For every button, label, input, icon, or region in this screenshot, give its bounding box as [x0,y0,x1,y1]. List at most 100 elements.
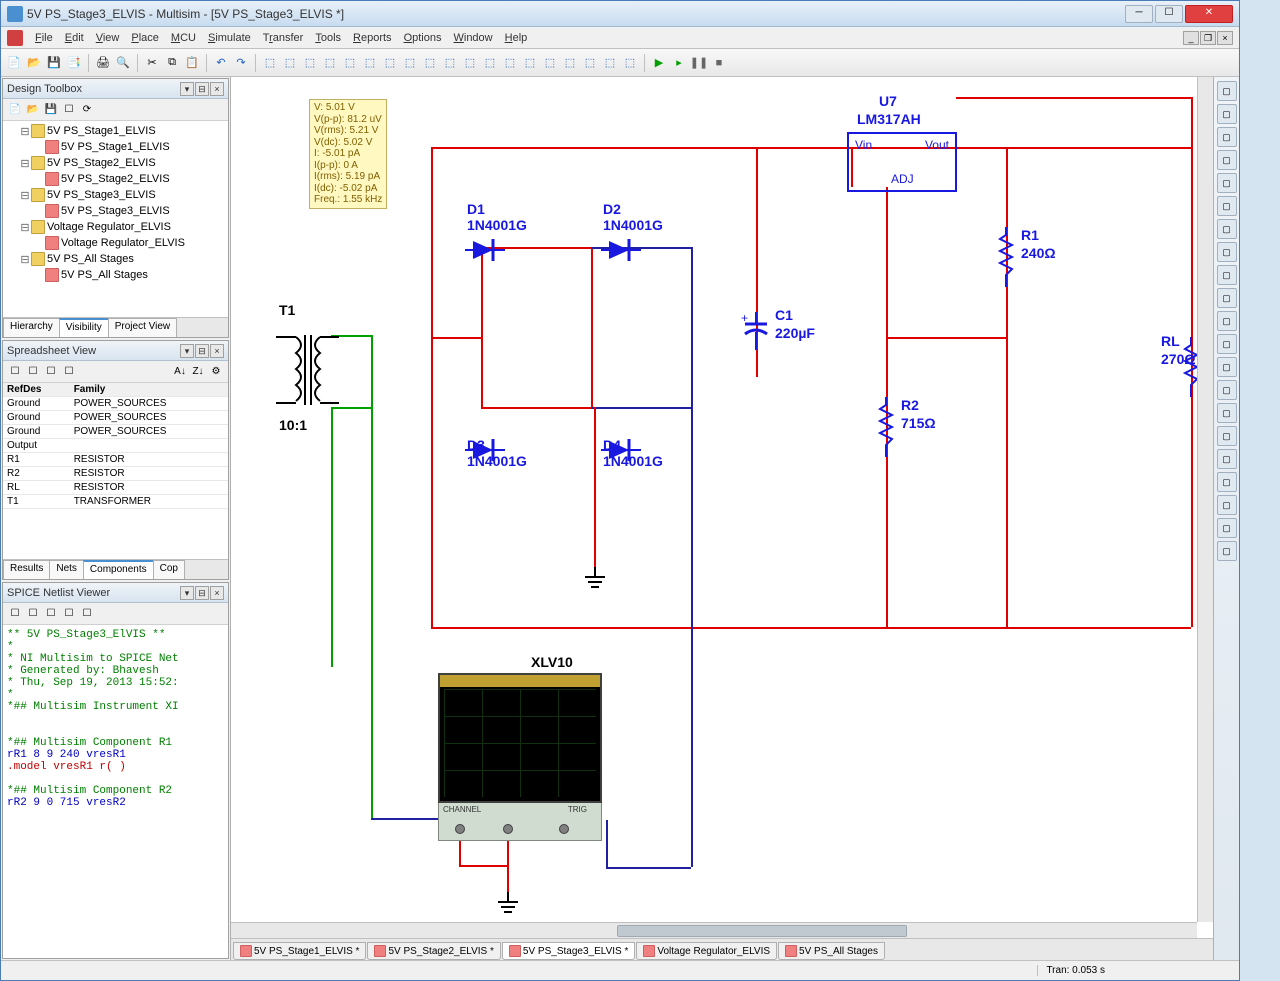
instrument-button[interactable]: ▢ [1217,104,1237,124]
doc-tab[interactable]: Voltage Regulator_ELVIS [636,942,777,960]
instrument-button[interactable]: ▢ [1217,541,1237,561]
menu-place[interactable]: Place [125,30,165,46]
panel-dropdown-button[interactable]: ▾ [180,586,194,600]
spreadsheet-table[interactable]: RefDesFamily GroundPOWER_SOURCES GroundP… [3,383,228,559]
component12-button[interactable]: ⬚ [481,54,499,72]
instrument-button[interactable]: ▢ [1217,334,1237,354]
tree-node[interactable]: 5V PS_Stage1_ELVIS [5,139,226,155]
component7-button[interactable]: ⬚ [381,54,399,72]
menu-reports[interactable]: Reports [347,30,398,46]
run-button[interactable]: ▶ [650,54,668,72]
component9-button[interactable]: ⬚ [421,54,439,72]
menu-file[interactable]: File [29,30,59,46]
panel-pin-button[interactable]: ⊟ [195,586,209,600]
spread-sort-asc-icon[interactable]: A↓ [172,364,188,380]
menu-mcu[interactable]: MCU [165,30,202,46]
tab-nets[interactable]: Nets [49,560,84,579]
component10-button[interactable]: ⬚ [441,54,459,72]
mdi-restore-button[interactable]: ❐ [1200,31,1216,45]
component16-button[interactable]: ⬚ [561,54,579,72]
panel-dropdown-button[interactable]: ▾ [180,344,194,358]
tab-project-view[interactable]: Project View [108,318,177,337]
tree-node[interactable]: ⊟5V PS_Stage1_ELVIS [5,123,226,139]
tab-visibility[interactable]: Visibility [59,318,109,337]
toolbox-view-icon[interactable]: ☐ [61,102,77,118]
menu-transfer[interactable]: Transfer [257,30,310,46]
instrument-button[interactable]: ▢ [1217,380,1237,400]
instrument-button[interactable]: ▢ [1217,495,1237,515]
saveall-button[interactable]: 📑 [65,54,83,72]
tab-results[interactable]: Results [3,560,50,579]
diode-d2[interactable] [601,237,641,266]
component4-button[interactable]: ⬚ [321,54,339,72]
instrument-button[interactable]: ▢ [1217,311,1237,331]
instrument-button[interactable]: ▢ [1217,219,1237,239]
spread-tb-icon[interactable]: ☐ [7,364,23,380]
component3-button[interactable]: ⬚ [301,54,319,72]
tree-node[interactable]: 5V PS_All Stages [5,267,226,283]
schematic-canvas[interactable]: V: 5.01 V V(p-p): 81.2 uV V(rms): 5.21 V… [231,77,1213,938]
instrument-button[interactable]: ▢ [1217,426,1237,446]
menu-edit[interactable]: Edit [59,30,90,46]
netlist-tb-icon[interactable]: ☐ [43,606,59,622]
component19-button[interactable]: ⬚ [621,54,639,72]
component6-button[interactable]: ⬚ [361,54,379,72]
toolbox-save-icon[interactable]: 💾 [43,102,59,118]
undo-button[interactable]: ↶ [212,54,230,72]
regulator-u7[interactable]: Vin Vout ADJ [847,132,957,192]
project-tree[interactable]: ⊟5V PS_Stage1_ELVIS 5V PS_Stage1_ELVIS ⊟… [3,121,228,317]
component18-button[interactable]: ⬚ [601,54,619,72]
capacitor-c1[interactable]: + [741,312,771,353]
instrument-button[interactable]: ▢ [1217,449,1237,469]
tab-cop[interactable]: Cop [153,560,185,579]
horizontal-scrollbar[interactable] [231,922,1197,938]
instrument-button[interactable]: ▢ [1217,265,1237,285]
close-button[interactable]: ✕ [1185,5,1233,23]
spread-sort-desc-icon[interactable]: Z↓ [190,364,206,380]
menu-options[interactable]: Options [398,30,448,46]
panel-pin-button[interactable]: ⊟ [195,344,209,358]
instrument-button[interactable]: ▢ [1217,196,1237,216]
instrument-button[interactable]: ▢ [1217,81,1237,101]
netlist-tb-icon[interactable]: ☐ [61,606,77,622]
stop-button[interactable]: ■ [710,54,728,72]
resistor-r2[interactable] [877,397,895,460]
runstep-button[interactable]: ▸ [670,54,688,72]
tab-hierarchy[interactable]: Hierarchy [3,318,60,337]
open-button[interactable]: 📂 [25,54,43,72]
tab-components[interactable]: Components [83,560,154,579]
print-button[interactable]: 🖨 [94,54,112,72]
toolbox-new-icon[interactable]: 📄 [7,102,23,118]
tree-node[interactable]: 5V PS_Stage3_ELVIS [5,203,226,219]
preview-button[interactable]: 🔍 [114,54,132,72]
spread-filter-icon[interactable]: ⚙ [208,364,224,380]
tree-node[interactable]: 5V PS_Stage2_ELVIS [5,171,226,187]
panel-close-button[interactable]: × [210,344,224,358]
panel-pin-button[interactable]: ⊟ [195,82,209,96]
maximize-button[interactable]: ☐ [1155,5,1183,23]
component14-button[interactable]: ⬚ [521,54,539,72]
menu-tools[interactable]: Tools [309,30,347,46]
component5-button[interactable]: ⬚ [341,54,359,72]
component8-button[interactable]: ⬚ [401,54,419,72]
ground-icon[interactable] [496,892,520,921]
mdi-close-button[interactable]: × [1217,31,1233,45]
menu-window[interactable]: Window [447,30,498,46]
vertical-scrollbar[interactable] [1197,77,1213,922]
component15-button[interactable]: ⬚ [541,54,559,72]
redo-button[interactable]: ↷ [232,54,250,72]
menu-help[interactable]: Help [499,30,534,46]
spread-tb-icon[interactable]: ☐ [43,364,59,380]
transformer-t1[interactable] [271,325,341,418]
instrument-button[interactable]: ▢ [1217,242,1237,262]
pause-button[interactable]: ❚❚ [690,54,708,72]
mdi-minimize-button[interactable]: _ [1183,31,1199,45]
menu-simulate[interactable]: Simulate [202,30,257,46]
paste-button[interactable]: 📋 [183,54,201,72]
panel-dropdown-button[interactable]: ▾ [180,82,194,96]
diode-d1[interactable] [465,237,505,266]
oscilloscope-xlv10[interactable]: CHANNEL TRIG [438,673,602,841]
tree-node[interactable]: Voltage Regulator_ELVIS [5,235,226,251]
copy-button[interactable]: ⧉ [163,54,181,72]
doc-tab[interactable]: 5V PS_Stage2_ELVIS * [367,942,500,960]
